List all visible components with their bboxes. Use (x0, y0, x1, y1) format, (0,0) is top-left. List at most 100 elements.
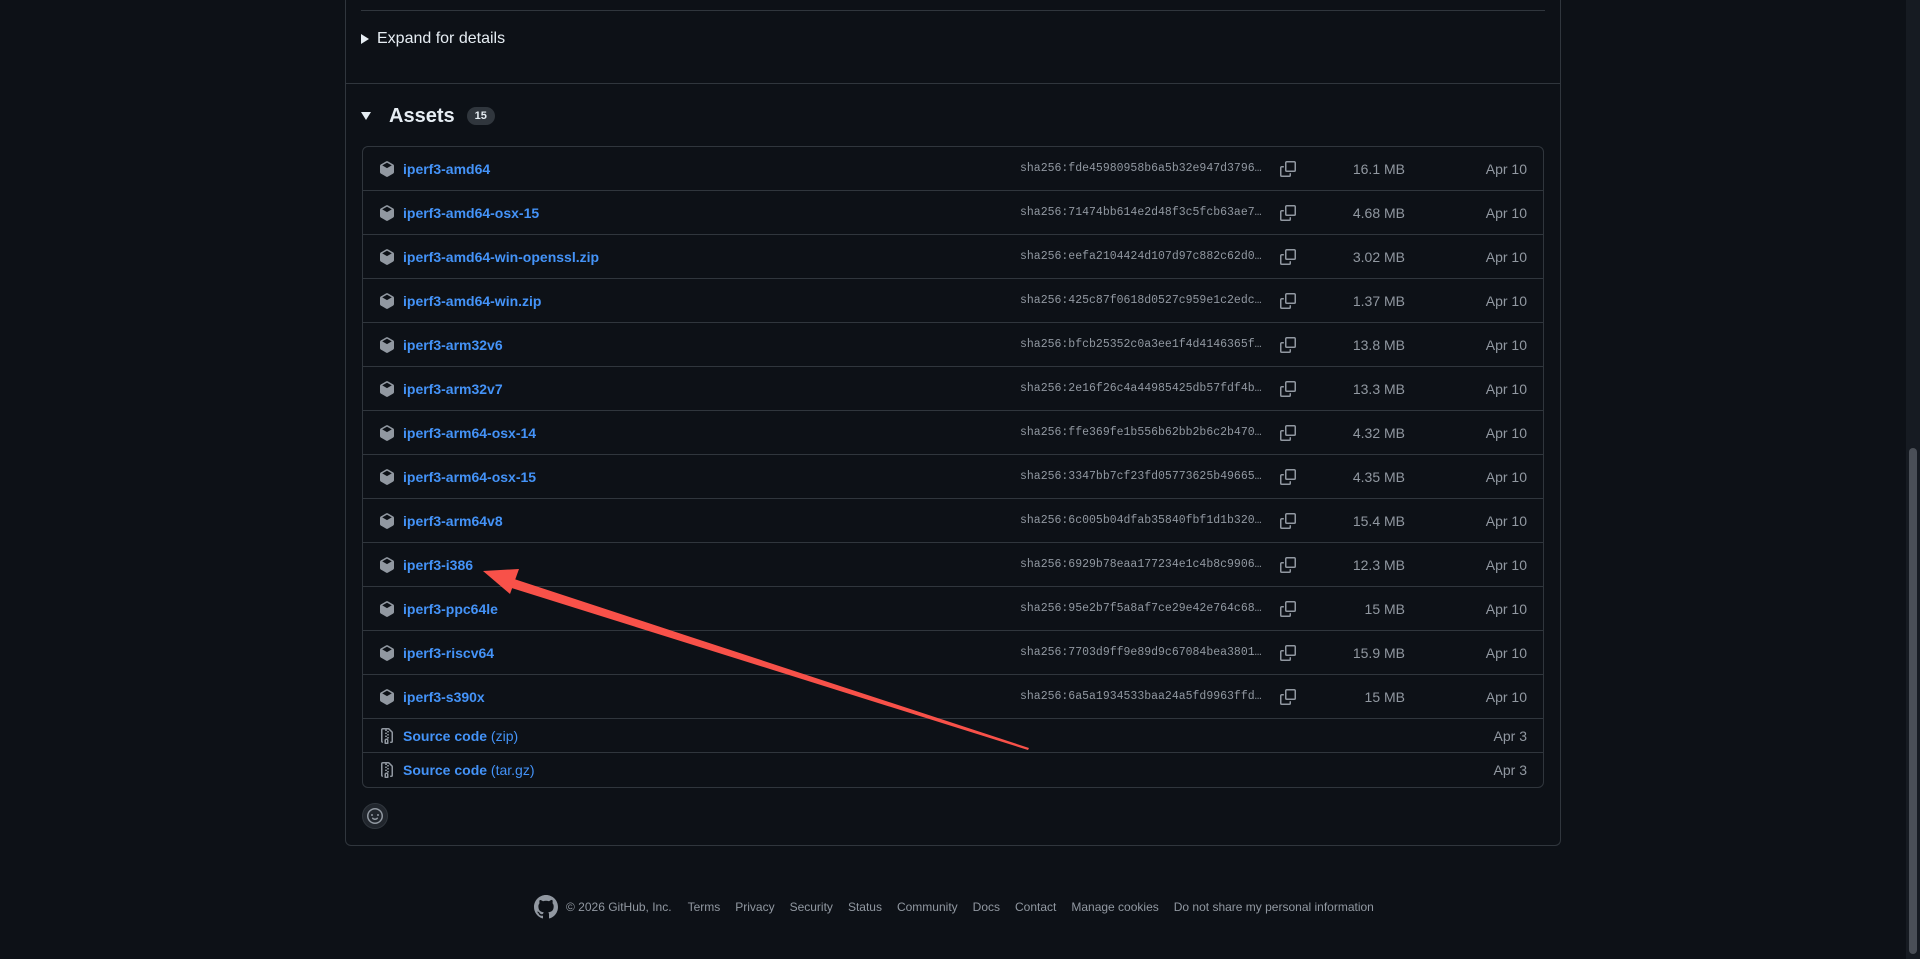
source-code-date: Apr 3 (1493, 762, 1527, 778)
package-icon (380, 380, 394, 397)
asset-download-link[interactable]: iperf3-i386 (403, 557, 473, 573)
asset-download-link[interactable]: iperf3-amd64-win-openssl.zip (403, 249, 599, 265)
asset-download-link[interactable]: iperf3-s390x (403, 689, 485, 705)
asset-download-link[interactable]: iperf3-arm64-osx-14 (403, 425, 536, 441)
asset-date: Apr 10 (1485, 336, 1527, 353)
expand-details-toggle[interactable]: Expand for details (361, 28, 505, 50)
asset-date: Apr 10 (1485, 380, 1527, 397)
asset-date: Apr 10 (1485, 600, 1527, 617)
package-icon (380, 644, 394, 661)
asset-date: Apr 10 (1485, 292, 1527, 309)
asset-sha256: sha256:7703d9ff9e89d9c67084bea380145... (1020, 646, 1267, 659)
footer-link-security[interactable]: Security (790, 900, 833, 914)
copy-icon[interactable] (1280, 688, 1296, 705)
asset-row: iperf3-ppc64le sha256:95e2b7f5a8af7ce29e… (363, 587, 1543, 631)
package-icon (380, 688, 394, 705)
copy-icon[interactable] (1280, 204, 1296, 221)
asset-size: 15.9 MB (1352, 644, 1405, 661)
copy-icon[interactable] (1280, 380, 1296, 397)
asset-row: iperf3-arm64-osx-14 sha256:ffe369fe1b556… (363, 411, 1543, 455)
copy-icon[interactable] (1280, 424, 1296, 441)
package-icon (380, 468, 394, 485)
triangle-down-icon (361, 112, 371, 120)
copy-icon[interactable] (1280, 512, 1296, 529)
copy-icon[interactable] (1280, 160, 1296, 177)
source-code-date: Apr 3 (1493, 727, 1527, 744)
asset-download-link[interactable]: iperf3-amd64-win.zip (403, 293, 541, 309)
copy-icon[interactable] (1280, 556, 1296, 573)
footer-copyright: © 2026 GitHub, Inc. (566, 900, 672, 914)
asset-sha256: sha256:eefa2104424d107d97c882c62d059... (1020, 250, 1267, 263)
source-code-row: Source code (tar.gz) Apr 3 (363, 753, 1543, 787)
copy-icon[interactable] (1280, 468, 1296, 485)
asset-date: Apr 10 (1485, 248, 1527, 265)
asset-date: Apr 10 (1485, 468, 1527, 485)
asset-sha256: sha256:2e16f26c4a44985425db57fdf4be0... (1020, 382, 1267, 395)
footer-link-terms[interactable]: Terms (688, 900, 721, 914)
asset-sha256: sha256:6a5a1934533baa24a5fd9963ffd8f... (1020, 690, 1267, 703)
asset-row: iperf3-arm32v6 sha256:bfcb25352c0a3ee1f4… (363, 323, 1543, 367)
source-code-label: Source code (403, 727, 488, 744)
github-logo-icon[interactable] (534, 895, 558, 919)
footer-link-manage-cookies[interactable]: Manage cookies (1071, 900, 1158, 914)
copy-icon[interactable] (1280, 600, 1296, 617)
asset-date: Apr 10 (1485, 160, 1527, 177)
asset-download-link[interactable]: iperf3-riscv64 (403, 645, 494, 661)
copy-icon[interactable] (1280, 644, 1296, 661)
page-scrollbar[interactable] (1906, 0, 1920, 959)
scrollbar-thumb[interactable] (1909, 448, 1917, 954)
asset-sha256: sha256:95e2b7f5a8af7ce29e42e764c684a... (1020, 602, 1267, 615)
asset-sha256: sha256:3347bb7cf23fd05773625b49665cf... (1020, 470, 1267, 483)
package-icon (380, 204, 394, 221)
asset-download-link[interactable]: iperf3-amd64 (403, 161, 490, 177)
asset-size: 12.3 MB (1352, 556, 1405, 573)
source-code-link[interactable]: Source code (zip) (403, 728, 518, 744)
expand-details-label: Expand for details (377, 30, 506, 47)
package-icon (380, 556, 394, 573)
asset-download-link[interactable]: iperf3-arm64-osx-15 (403, 469, 536, 485)
assets-count-badge: 15 (466, 107, 495, 125)
asset-date: Apr 10 (1485, 424, 1527, 441)
asset-download-link[interactable]: iperf3-arm32v7 (403, 381, 503, 397)
asset-download-link[interactable]: iperf3-ppc64le (403, 601, 498, 617)
source-code-link[interactable]: Source code (tar.gz) (403, 762, 535, 778)
asset-sha256: sha256:6c005b04dfab35840fbf1d1b3202c... (1020, 514, 1267, 527)
source-code-label: Source code (403, 762, 488, 778)
source-code-format: (tar.gz) (490, 762, 535, 778)
asset-sha256: sha256:bfcb25352c0a3ee1f4d4146365f47... (1020, 338, 1267, 351)
add-reaction-button[interactable] (362, 803, 388, 829)
footer-link-status[interactable]: Status (848, 900, 882, 914)
assets-title: Assets (389, 104, 455, 127)
asset-size: 15.4 MB (1352, 512, 1405, 529)
file-zip-icon (381, 727, 393, 744)
footer-link-do-not-share[interactable]: Do not share my personal information (1174, 900, 1374, 914)
asset-row: iperf3-amd64-win.zip sha256:425c87f0618d… (363, 279, 1543, 323)
source-code-row: Source code (zip) Apr 3 (363, 719, 1543, 753)
footer-link-privacy[interactable]: Privacy (735, 900, 774, 914)
copy-icon[interactable] (1280, 248, 1296, 265)
footer-link-community[interactable]: Community (897, 900, 958, 914)
asset-download-link[interactable]: iperf3-arm64v8 (403, 513, 503, 529)
assets-list: iperf3-amd64 sha256:fde45980958b6a5b32e9… (362, 146, 1544, 788)
asset-date: Apr 10 (1485, 688, 1527, 705)
asset-date: Apr 10 (1485, 512, 1527, 529)
footer-link-docs[interactable]: Docs (973, 900, 1000, 914)
assets-toggle[interactable]: Assets 15 (361, 102, 495, 130)
page-footer: © 2026 GitHub, Inc. Terms Privacy Securi… (534, 895, 1389, 919)
asset-size: 4.35 MB (1352, 468, 1405, 485)
copy-icon[interactable] (1280, 336, 1296, 353)
package-icon (380, 512, 394, 529)
asset-size: 15 MB (1364, 688, 1405, 705)
details-divider (361, 10, 1545, 11)
package-icon (380, 424, 394, 441)
footer-link-contact[interactable]: Contact (1015, 900, 1056, 914)
copy-icon[interactable] (1280, 292, 1296, 309)
asset-download-link[interactable]: iperf3-arm32v6 (403, 337, 503, 353)
package-icon (380, 336, 394, 353)
asset-download-link[interactable]: iperf3-amd64-osx-15 (403, 205, 539, 221)
asset-size: 4.68 MB (1352, 204, 1405, 221)
asset-sha256: sha256:fde45980958b6a5b32e947d379699... (1020, 162, 1267, 175)
asset-sha256: sha256:71474bb614e2d48f3c5fcb63ae7b7... (1020, 206, 1267, 219)
asset-size: 13.8 MB (1352, 336, 1405, 353)
asset-size: 15 MB (1364, 600, 1405, 617)
